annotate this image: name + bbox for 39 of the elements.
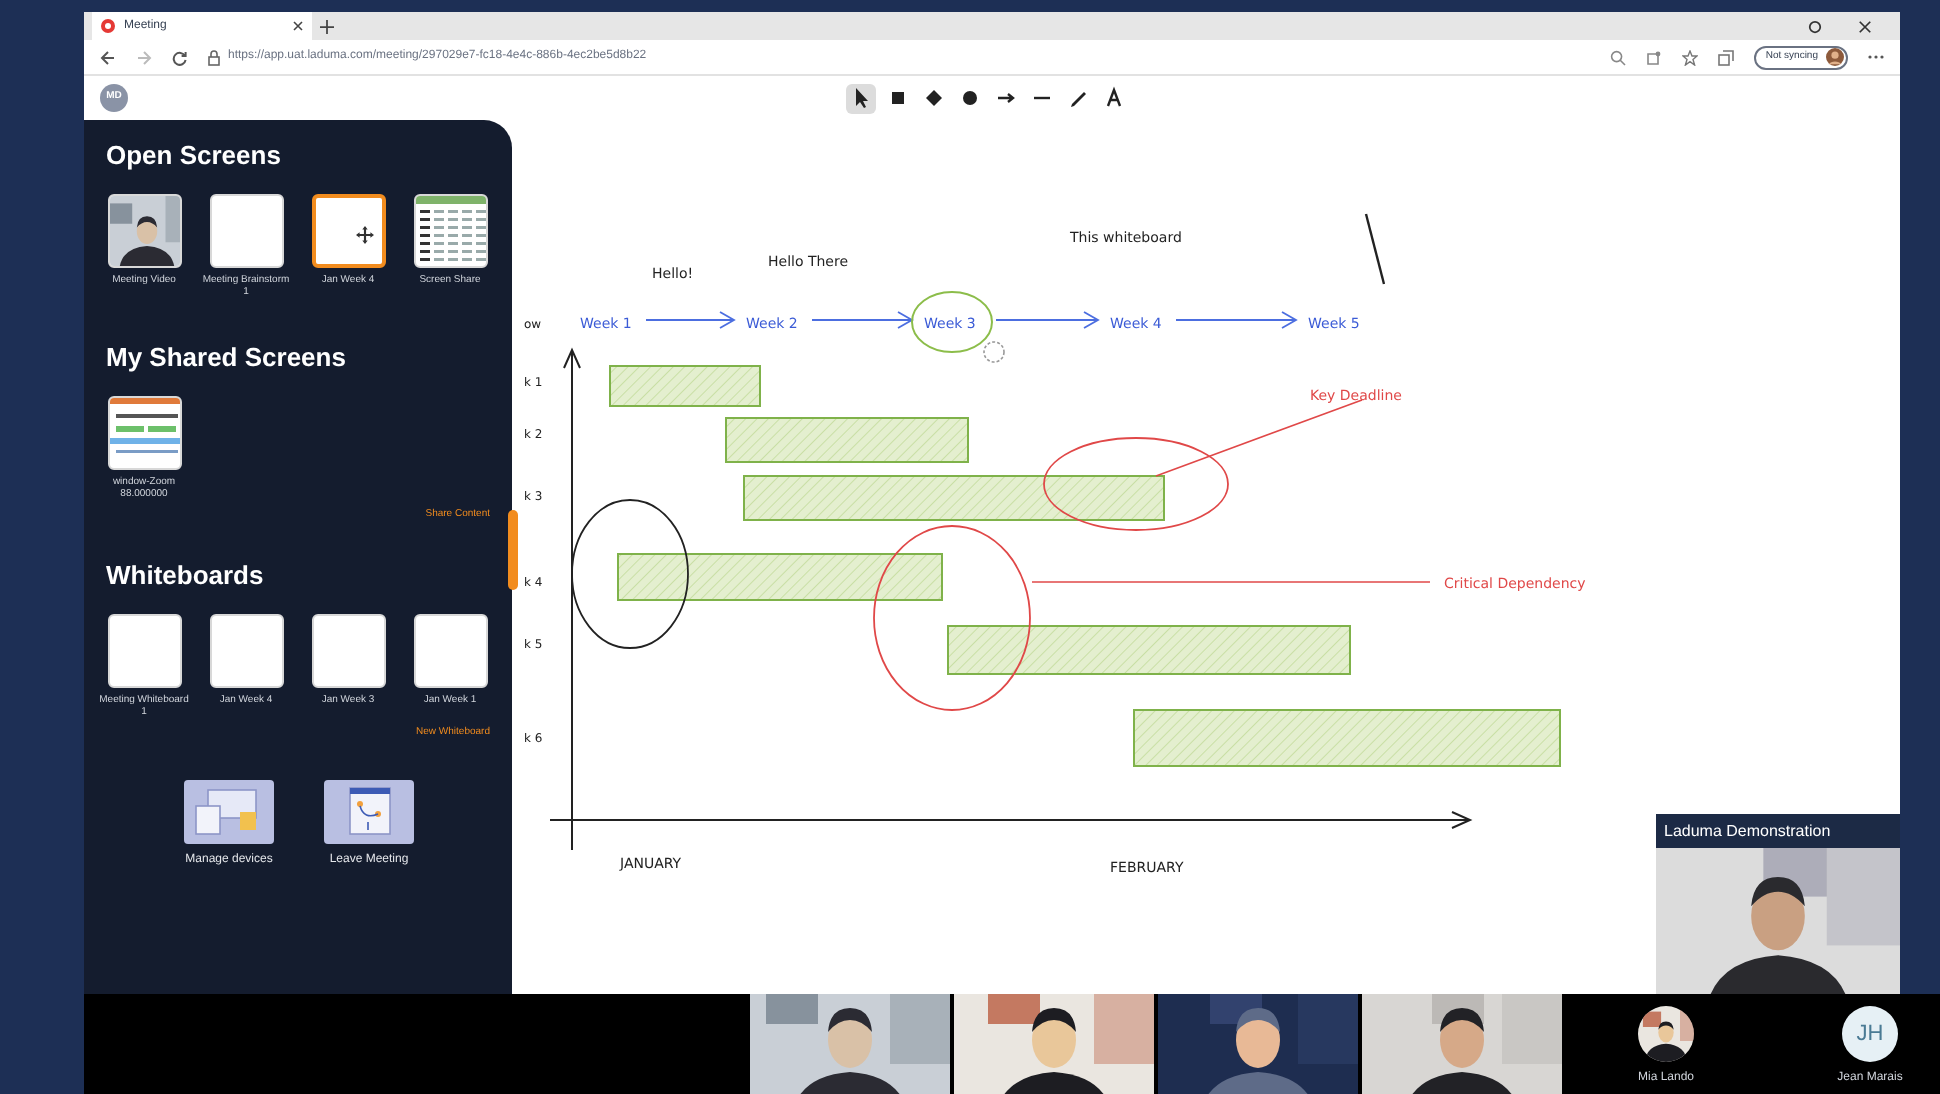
diamond-icon xyxy=(921,86,945,110)
cursor-icon xyxy=(983,341,1005,363)
video-title-bar: Laduma Demonstration xyxy=(1656,814,1900,848)
timeline-arrow xyxy=(995,311,1100,329)
circle-icon xyxy=(957,86,981,110)
pointer-icon-button[interactable] xyxy=(846,83,876,113)
restore-icon[interactable] xyxy=(1808,19,1822,33)
tab-icon xyxy=(100,18,116,34)
timeline-arrow xyxy=(645,311,736,329)
timeline-arrow xyxy=(811,311,914,329)
close-icon[interactable] xyxy=(292,20,304,32)
section-heading: Whiteboards xyxy=(106,559,266,591)
lock-icon xyxy=(208,49,220,65)
collections-icon[interactable] xyxy=(1717,49,1734,65)
section-heading: Open Screens xyxy=(106,140,283,172)
move-icon xyxy=(355,226,373,244)
whiteboard-thumbnail xyxy=(413,613,487,687)
text-tool-icon xyxy=(1101,86,1125,110)
extension-icon[interactable] xyxy=(1645,49,1662,65)
star-icon[interactable] xyxy=(1681,49,1698,65)
more-icon[interactable] xyxy=(1868,54,1884,60)
whiteboard-icon xyxy=(324,780,414,844)
avatar-icon xyxy=(1826,48,1844,66)
section-heading: My Shared Screens xyxy=(106,342,348,374)
refresh-icon[interactable] xyxy=(172,49,188,65)
whiteboard-thumbnail xyxy=(311,613,385,687)
resize-handle[interactable] xyxy=(508,510,518,590)
close-icon[interactable] xyxy=(1858,19,1872,33)
pen-stroke xyxy=(1364,213,1386,285)
initials-avatar: JH xyxy=(1842,1006,1898,1062)
whiteboard-thumbnail xyxy=(107,613,181,687)
timeline-arrow xyxy=(1175,311,1298,329)
whiteboard-thumbnail xyxy=(209,613,283,687)
pencil-icon xyxy=(1065,86,1089,110)
shared-screen-thumbnail xyxy=(107,396,181,470)
zoom-icon[interactable] xyxy=(1609,49,1626,65)
devices-icon xyxy=(184,780,274,844)
new-tab-icon[interactable] xyxy=(320,19,334,33)
back-icon[interactable] xyxy=(100,49,116,65)
